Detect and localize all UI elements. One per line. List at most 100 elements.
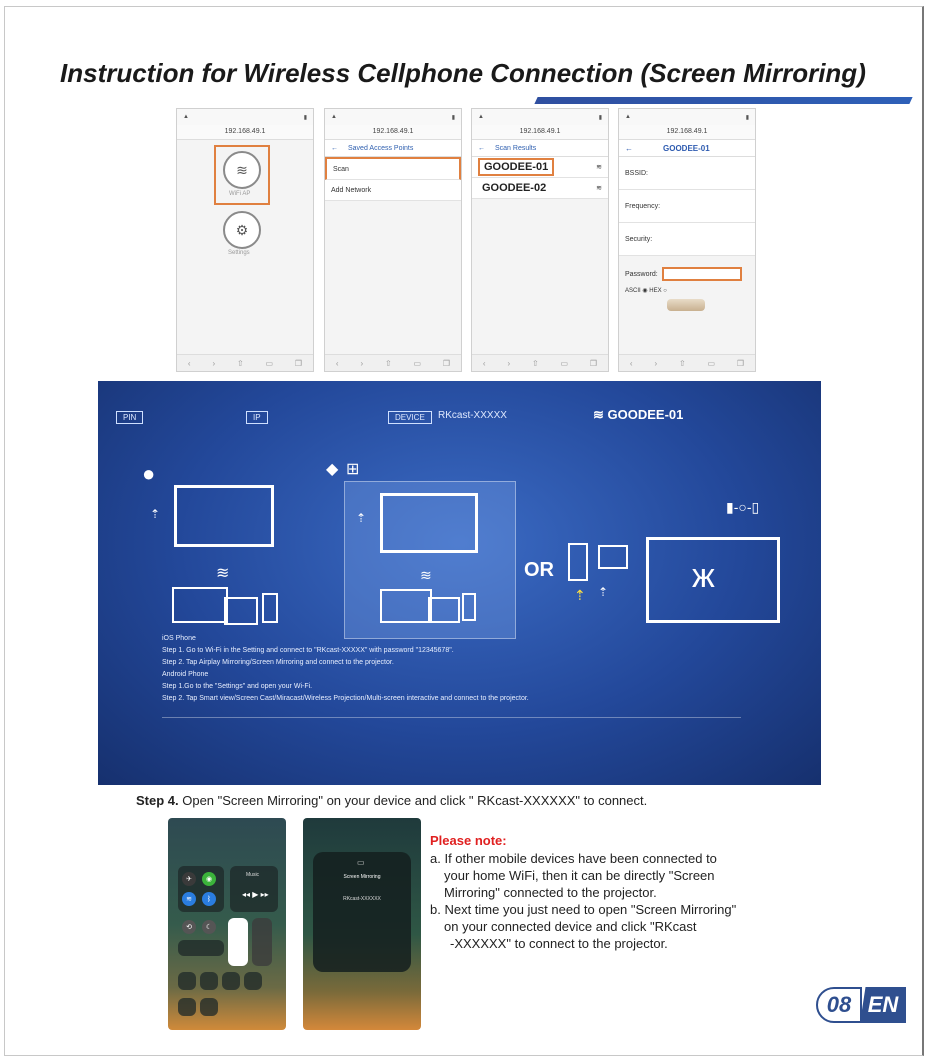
encoding-options: ASCII ◉ HEX ○	[625, 287, 667, 294]
add-network-item[interactable]: Add Network	[325, 180, 461, 201]
title-underline	[534, 97, 913, 104]
mirroring-dialog	[313, 852, 411, 972]
network-row[interactable]: GOODEE-02 ≋	[472, 178, 608, 199]
tabs-icon[interactable]: ❐	[443, 359, 450, 368]
add-network-label: Add Network	[331, 186, 372, 194]
tablet-icon	[428, 597, 460, 623]
forward-arrow-icon[interactable]: ›	[360, 359, 363, 368]
signal-icon: ▲	[478, 114, 484, 120]
cellular-icon[interactable]: ◉	[202, 872, 216, 886]
moon-icon[interactable]: ☾	[202, 920, 216, 934]
note-a-line: Mirroring" connected to the projector.	[444, 885, 657, 900]
tabs-icon[interactable]: ❐	[737, 359, 744, 368]
bookmarks-icon[interactable]: ▭	[708, 359, 716, 368]
device-name: RKcast-XXXXX	[438, 410, 507, 421]
back-arrow-icon[interactable]: ←	[625, 144, 633, 153]
monitor-icon	[174, 485, 274, 547]
note-b-line: -XXXXXX" to connect to the projector.	[450, 936, 668, 951]
music-label: Music	[246, 872, 260, 878]
battery-icon: ▮	[451, 114, 455, 121]
calculator-icon[interactable]	[222, 972, 240, 990]
mirroring-device-option[interactable]: RKcast-XXXXXX	[313, 896, 411, 902]
bluetooth-icon[interactable]: ᛒ	[202, 892, 216, 906]
back-arrow-icon[interactable]: ←	[331, 145, 338, 152]
hex-label: HEX	[649, 288, 662, 294]
qr-scanner-icon[interactable]	[178, 998, 196, 1016]
up-arrows-icon: ⇡	[598, 585, 609, 599]
nav-title: Scan Results	[495, 144, 537, 152]
forward-arrow-icon[interactable]: ›	[507, 359, 510, 368]
url-bar: 192.168.49.1	[177, 125, 313, 140]
back-arrow-icon[interactable]: ‹	[630, 359, 633, 368]
ascii-radio[interactable]: ◉	[642, 288, 647, 294]
wifi-ap-icon[interactable]: ≋	[223, 151, 261, 189]
share-icon[interactable]: ⇧	[237, 359, 244, 368]
android-logo-icon: ◆	[326, 461, 339, 478]
back-arrow-icon[interactable]: ←	[478, 145, 485, 152]
tabs-icon[interactable]: ❐	[295, 359, 302, 368]
remote-icon[interactable]	[200, 998, 218, 1016]
note-b-line: b. Next time you just need to open "Scre…	[430, 902, 737, 917]
instruction-line: iOS Phone	[162, 635, 196, 642]
flashlight-icon[interactable]	[178, 972, 196, 990]
share-icon[interactable]: ⇧	[532, 359, 539, 368]
battery-icon: ▮	[598, 114, 602, 121]
screen-mirroring-tile[interactable]	[178, 940, 224, 956]
connect-button[interactable]	[667, 299, 705, 311]
bookmarks-icon[interactable]: ▭	[561, 359, 569, 368]
status-bar: ▲ ▮	[472, 109, 608, 125]
step-4-label: Step 4.	[136, 793, 179, 808]
nav-title: Saved Access Points	[348, 144, 414, 152]
share-icon[interactable]: ⇧	[679, 359, 686, 368]
wifi-signal-icon: ≋	[596, 185, 602, 192]
forward-arrow-icon[interactable]: ›	[654, 359, 657, 368]
brightness-slider[interactable]	[228, 918, 248, 966]
hex-radio[interactable]: ○	[663, 288, 667, 294]
tablet-butterfly-icon	[598, 545, 628, 569]
nav-bar: ← Saved Access Points	[325, 140, 461, 157]
yellow-arrow-icon: ⇡	[574, 587, 586, 603]
network-ssid: GOODEE-01	[478, 158, 555, 176]
signal-icon: ▲	[331, 114, 337, 120]
wifi-icon[interactable]: ≋	[182, 892, 196, 906]
or-label: OR	[524, 559, 554, 581]
nav-title: GOODEE-01	[663, 143, 710, 153]
back-arrow-icon[interactable]: ‹	[188, 359, 191, 368]
back-arrow-icon[interactable]: ‹	[483, 359, 486, 368]
status-bar: ▲ ▮	[325, 109, 461, 125]
wifi-network: ≋ GOODEE-01	[593, 407, 683, 423]
up-arrows-icon: ⇡	[150, 507, 161, 521]
browser-toolbar: ‹ › ⇧ ▭ ❐	[325, 354, 461, 371]
password-label: Password:	[625, 270, 658, 278]
airplane-icon[interactable]: ✈	[182, 872, 196, 886]
security-field: Security:	[619, 223, 755, 256]
butterfly-logo-icon: ж	[692, 557, 715, 595]
scan-item[interactable]: Scan	[325, 157, 461, 180]
wifi-icon: ≋	[593, 407, 604, 422]
volume-slider[interactable]	[252, 918, 272, 966]
browser-toolbar: ‹ › ⇧ ▭ ❐	[472, 354, 608, 371]
back-arrow-icon[interactable]: ‹	[336, 359, 339, 368]
settings-label: Settings	[228, 250, 250, 256]
ascii-label: ASCII	[625, 288, 641, 294]
tabs-icon[interactable]: ❐	[590, 359, 597, 368]
signal-icon: ▲	[183, 114, 189, 120]
note-a-line: a. If other mobile devices have been con…	[430, 851, 717, 866]
camera-icon[interactable]	[244, 972, 262, 990]
step-4-text: Open "Screen Mirroring" on your device a…	[178, 793, 648, 808]
timer-icon[interactable]	[200, 972, 218, 990]
bookmarks-icon[interactable]: ▭	[414, 359, 422, 368]
rotation-lock-icon[interactable]: ⟲	[182, 920, 196, 934]
phone-icon	[462, 593, 476, 621]
play-controls-icon[interactable]: ◂◂ ▶ ▸▸	[242, 890, 269, 899]
network-ssid: GOODEE-02	[482, 182, 547, 194]
note-item-b: b. Next time you just need to open "Scre…	[430, 901, 860, 952]
control-center-screenshot: ✈ ◉ ≋ ᛒ Music ◂◂ ▶ ▸▸ ⟲ ☾	[168, 818, 286, 1030]
password-input[interactable]	[661, 267, 742, 281]
bookmarks-icon[interactable]: ▭	[266, 359, 274, 368]
share-icon[interactable]: ⇧	[385, 359, 392, 368]
settings-icon[interactable]: ⚙	[223, 211, 261, 249]
forward-arrow-icon[interactable]: ›	[212, 359, 215, 368]
network-row[interactable]: GOODEE-01 ≋	[472, 157, 608, 178]
page-badge: 08 EN	[816, 985, 906, 1025]
